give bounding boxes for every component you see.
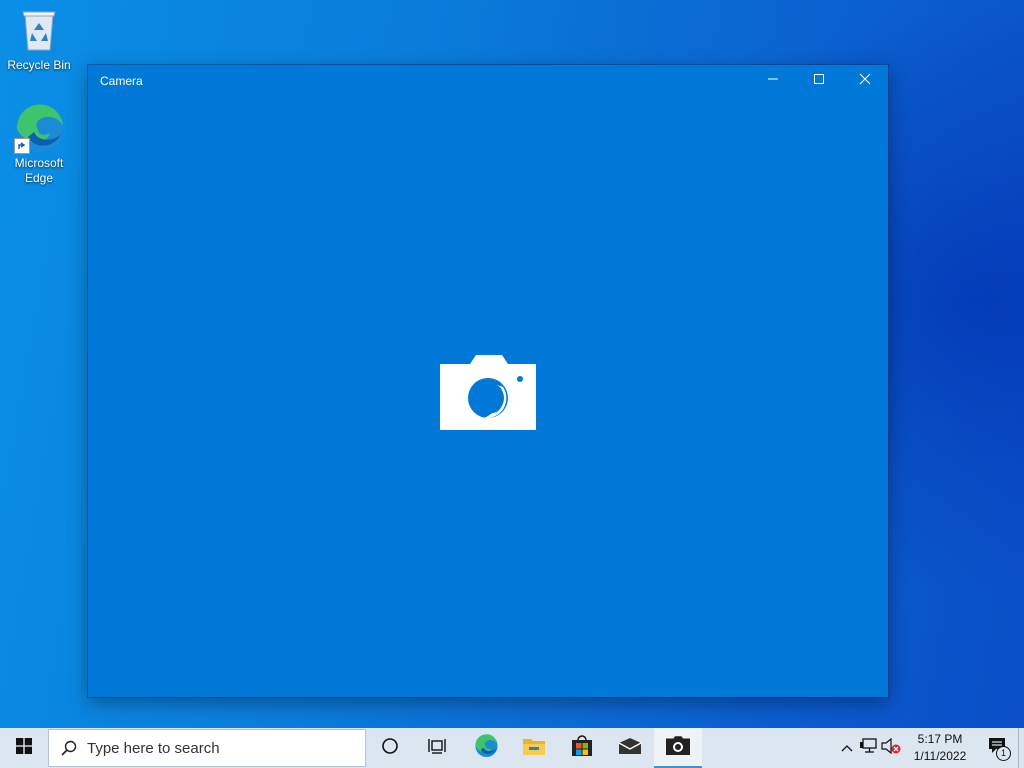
system-tray: 5:17 PM 1/11/2022 1: [836, 728, 1024, 768]
edge-icon: [474, 733, 498, 763]
maximize-button[interactable]: [796, 65, 842, 97]
desktop-icon-recycle-bin[interactable]: Recycle Bin: [4, 6, 74, 73]
volume-button[interactable]: [880, 728, 902, 768]
taskbar-edge-button[interactable]: [462, 728, 510, 768]
network-button[interactable]: [858, 728, 880, 768]
clock-time: 5:17 PM: [917, 732, 963, 746]
file-explorer-icon: [522, 736, 546, 761]
action-center-button[interactable]: 1: [978, 728, 1018, 768]
store-icon: [571, 734, 593, 762]
windows-logo-icon: [16, 737, 32, 759]
show-desktop-button[interactable]: [1018, 728, 1024, 768]
search-placeholder: Type here to search: [87, 739, 220, 757]
taskbar-file-explorer-button[interactable]: [510, 728, 558, 768]
desktop-icon-label: Microsoft Edge: [14, 156, 64, 185]
window-title: Camera: [100, 74, 143, 88]
taskbar-store-button[interactable]: [558, 728, 606, 768]
camera-icon: [440, 354, 536, 435]
title-bar[interactable]: Camera: [88, 65, 888, 97]
desktop-icon-microsoft-edge[interactable]: Microsoft Edge: [4, 104, 74, 186]
camera-icon: [666, 736, 690, 760]
taskbar-search-box[interactable]: Type here to search: [48, 729, 366, 767]
show-hidden-icons-button[interactable]: [836, 728, 858, 768]
taskbar-mail-button[interactable]: [606, 728, 654, 768]
minimize-icon: [767, 72, 779, 90]
start-button[interactable]: [0, 728, 48, 768]
taskbar: Type here to search 5:17 PM 1/11/2022 1: [0, 728, 1024, 768]
volume-muted-icon: [881, 737, 901, 759]
minimize-button[interactable]: [750, 65, 796, 97]
clock-date: 1/11/2022: [913, 749, 967, 763]
desktop-icon-label: Recycle Bin: [7, 58, 71, 72]
taskbar-clock[interactable]: 5:17 PM 1/11/2022: [908, 731, 972, 765]
search-icon: [61, 740, 77, 756]
maximize-icon: [813, 72, 825, 90]
camera-window: Camera: [88, 65, 888, 697]
mail-icon: [618, 737, 642, 760]
close-icon: [859, 72, 871, 90]
close-button[interactable]: [842, 65, 888, 97]
cortana-button[interactable]: [366, 728, 414, 768]
edge-icon: [14, 104, 64, 154]
cortana-icon: [381, 737, 399, 760]
chevron-up-icon: [841, 739, 853, 757]
taskbar-camera-button[interactable]: [654, 728, 702, 768]
task-view-icon: [428, 737, 448, 760]
network-icon: [860, 737, 878, 759]
recycle-bin-icon: [4, 6, 74, 56]
notification-count-badge: 1: [996, 746, 1011, 761]
task-view-button[interactable]: [414, 728, 462, 768]
